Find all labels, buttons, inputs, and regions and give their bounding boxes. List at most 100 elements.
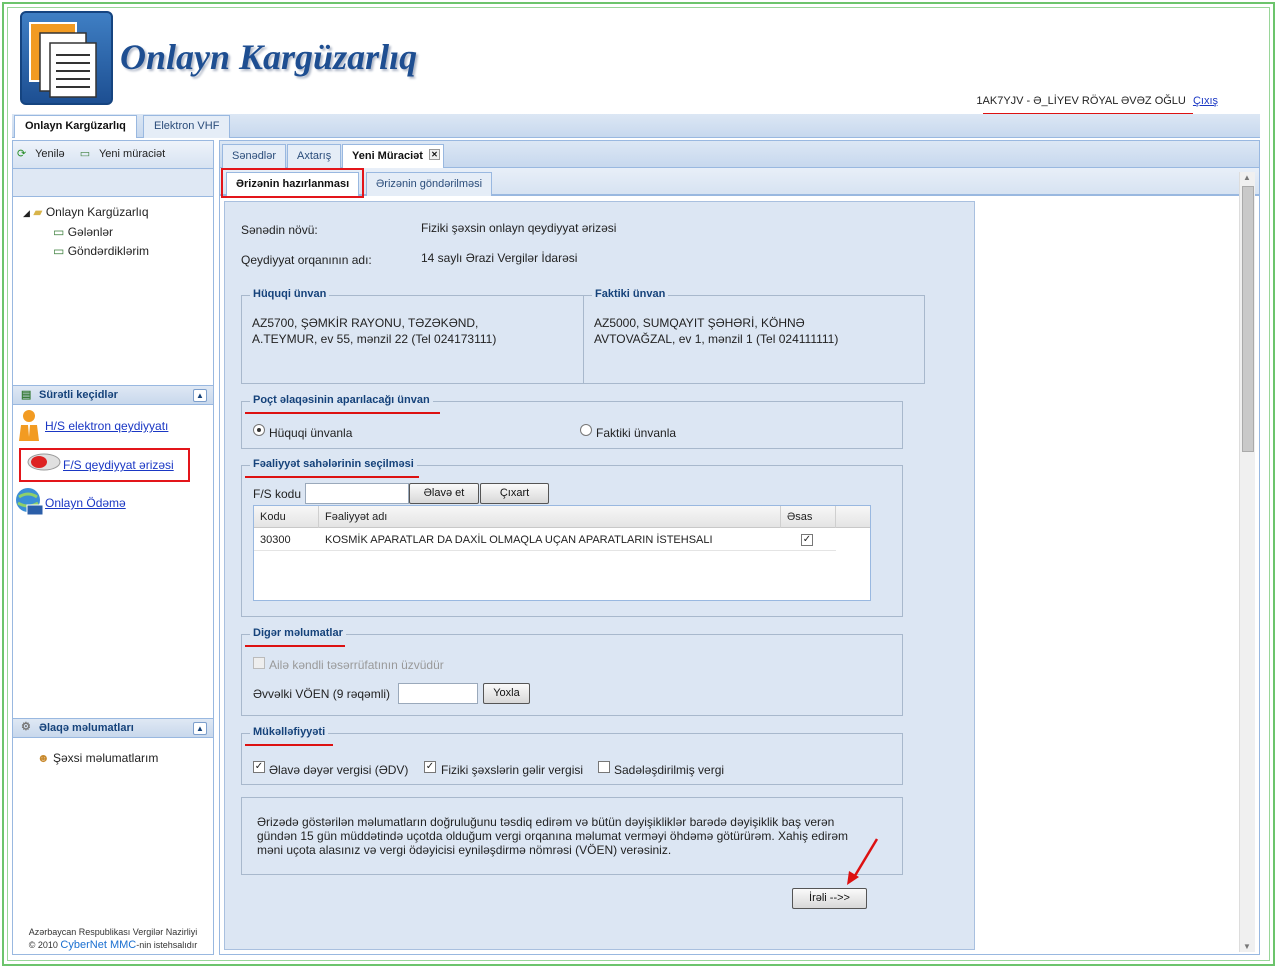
legal-address-group: Hüquqi ünvan AZ5700, ŞƏMKİR RAYONU, TƏZƏ… — [241, 288, 584, 384]
activity-group: Fəaliyyət sahələrinin seçilməsi F/S kodu… — [241, 458, 903, 617]
footer-copyright: © 2010 — [28, 940, 58, 950]
folder-open-icon: ▰ — [33, 205, 43, 219]
radio-legal-label: Hüquqi ünvanla — [269, 426, 353, 440]
tab-onlayn-karguzarliq[interactable]: Onlayn Kargüzarlıq — [14, 115, 137, 138]
remove-activity-button[interactable]: Çıxart — [480, 483, 549, 504]
inbox-icon: ▭ — [53, 225, 65, 239]
footer-ministry: Azərbaycan Respublikası Vergilər Nazirli… — [28, 927, 198, 937]
logout-link[interactable]: Çıxış — [1193, 95, 1218, 107]
annotation-underline — [245, 476, 419, 478]
main-scrollbar[interactable]: ▲ ▼ — [1239, 172, 1255, 952]
column-activity-name[interactable]: Fəaliyyət adı — [319, 506, 781, 528]
tab-search[interactable]: Axtarış — [287, 144, 342, 168]
tab-documents[interactable]: Sənədlər — [222, 144, 287, 168]
activity-title: Fəaliyyət sahələrinin seçilməsi — [250, 458, 417, 470]
next-button[interactable]: İrəli -->> — [792, 888, 867, 909]
prev-voen-input[interactable] — [398, 683, 478, 704]
refresh-label: Yenilə — [35, 148, 65, 160]
actual-address-group: Faktiki ünvan AZ5000, SUMQAYIT ŞƏHƏRİ, K… — [583, 288, 925, 384]
obligations-group: Mükəlləfiyyəti ✓ Əlavə dəyər vergisi (ƏD… — [241, 726, 903, 785]
refresh-button[interactable]: ⟳ Yenilə — [17, 148, 71, 160]
simplified-tax-label: Sadələşdirilmiş vergi — [614, 763, 725, 777]
personal-info-label: Şəxsi məlumatlarım — [52, 751, 159, 765]
income-tax-checkbox[interactable]: ✓ — [424, 761, 436, 773]
doc-type-value: Fiziki şəxsin onlayn qeydiyyat ərizəsi — [421, 221, 617, 235]
expand-arrow-icon: ◢ — [23, 208, 30, 218]
family-farm-checkbox[interactable] — [253, 657, 265, 669]
declaration-line2: gündən 15 gün müddətində uçotda olduğum … — [257, 829, 849, 843]
declaration-line1: Ərizədə göstərilən məlumatların doğruluğ… — [257, 815, 835, 829]
new-request-label: Yeni müraciət — [98, 148, 166, 160]
tree-item-label: Göndərdiklərim — [67, 244, 150, 258]
left-panel: ⟳ Yenilə ▭ Yeni müraciət ◢ ▰ Onlayn Karg… — [12, 140, 214, 955]
app-title: Onlayn Kargüzarlıq — [120, 37, 418, 77]
legal-address-title: Hüquqi ünvan — [250, 288, 330, 300]
income-tax-label: Fiziki şəxslərin gəlir vergisi — [441, 763, 584, 777]
main-activity-checkbox[interactable]: ✓ — [801, 534, 813, 546]
annotation-underline — [245, 412, 440, 414]
collapse-quick-links-button[interactable]: ▲ — [193, 389, 207, 402]
contact-gear-icon: ⚙ — [21, 721, 31, 733]
globe-card-icon — [15, 487, 45, 517]
doc-type-label: Sənədin növü: — [241, 223, 318, 237]
fs-code-input[interactable] — [305, 483, 409, 504]
header: Onlayn Kargüzarlıq 1AK7YJV - Ə_LİYEV RÖY… — [10, 8, 1262, 116]
tax-office-value: 14 saylı Ərazi Vergilər İdarəsi — [421, 251, 578, 265]
contact-header: ⚙ Əlaqə məlumatları ▲ — [13, 718, 213, 738]
link-online-payment[interactable]: Onlayn Ödəmə — [45, 496, 126, 510]
check-voen-button[interactable]: Yoxla — [483, 683, 530, 704]
postal-address-group: Poçt əlaqəsinin aparılacağı ünvan Hüquqi… — [241, 394, 903, 449]
legal-address-line1: AZ5700, ŞƏMKİR RAYONU, TƏZƏKƏND, — [252, 316, 479, 330]
cell-activity-name: KOSMİK APARATLAR DA DAXİL OLMAQLA UÇAN A… — [325, 534, 713, 546]
quick-links-header: ▤ Sürətli keçidlər ▲ — [13, 385, 213, 405]
declaration-line3: məni uçota alasınız və vergi ödəyicisi e… — [257, 843, 672, 857]
prev-voen-label: Əvvəlki VÖEN (9 rəqəmli) — [253, 687, 391, 701]
radio-actual-address[interactable] — [580, 424, 592, 436]
close-tab-icon[interactable]: ✕ — [428, 149, 440, 160]
tree-root[interactable]: ◢ ▰ Onlayn Kargüzarlıq — [23, 203, 203, 223]
simplified-tax-checkbox[interactable] — [598, 761, 610, 773]
cell-code: 30300 — [260, 534, 291, 546]
add-activity-button[interactable]: Əlavə et — [409, 483, 479, 504]
table-header: Kodu Fəaliyyət adı Əsas — [254, 506, 870, 528]
tab-application-sending[interactable]: Ərizənin göndərilməsi — [366, 172, 493, 196]
link-hs-registration[interactable]: H/S elektron qeydiyyatı — [45, 419, 168, 433]
scrollbar-thumb[interactable] — [1242, 186, 1254, 452]
footer-suffix: -nin istehsalıdır — [136, 940, 198, 950]
contact-title: Əlaqə məlumatları — [39, 722, 134, 734]
tree-item-sent[interactable]: ▭ Göndərdiklərim — [23, 242, 203, 261]
actual-address-line1: AZ5000, SUMQAYIT ŞƏHƏRİ, KÖHNƏ — [594, 316, 805, 330]
table-row[interactable]: 30300 KOSMİK APARATLAR DA DAXİL OLMAQLA … — [254, 529, 836, 551]
radio-legal-address[interactable] — [253, 424, 265, 436]
tree-item-label: Gələnlər — [67, 225, 114, 239]
scroll-up-icon[interactable]: ▲ — [1243, 173, 1251, 182]
scroll-down-icon[interactable]: ▼ — [1243, 942, 1251, 951]
new-request-button[interactable]: ▭ Yeni müraciət — [80, 148, 172, 160]
other-info-title: Digər məlumatlar — [250, 627, 346, 639]
highlight-box-fs-link — [19, 448, 190, 482]
radio-actual-label: Faktiki ünvanla — [596, 426, 677, 440]
user-name: 1AK7YJV - Ə_LİYEV RÖYAL ƏVƏZ OĞLU — [976, 95, 1186, 107]
legal-address-line2: A.TEYMUR, ev 55, mənzil 22 (Tel 02417311… — [252, 332, 497, 346]
tab-new-request[interactable]: Yeni Müraciət ✕ — [342, 144, 444, 168]
obligations-title: Mükəlləfiyyəti — [250, 726, 329, 738]
tax-office-label: Qeydiyyat orqanının adı: — [241, 253, 372, 267]
tab-elektron-vhf[interactable]: Elektron VHF — [143, 115, 231, 138]
user-info: 1AK7YJV - Ə_LİYEV RÖYAL ƏVƏZ OĞLU Çıxış — [976, 95, 1218, 107]
vat-label: Əlavə dəyər vergisi (ƏDV) — [269, 763, 409, 777]
column-code[interactable]: Kodu — [254, 506, 319, 528]
red-arrow-icon — [843, 837, 883, 887]
person-icon: ☻ — [37, 751, 50, 765]
declaration-box: Ərizədə göstərilən məlumatların doğruluğ… — [241, 797, 903, 875]
top-tab-bar: Onlayn Kargüzarlıq Elektron VHF — [12, 114, 1260, 138]
left-toolbar: ⟳ Yenilə ▭ Yeni müraciət — [13, 141, 213, 169]
tree-item-incoming[interactable]: ▭ Gələnlər — [23, 223, 203, 242]
tree-root-label: Onlayn Kargüzarlıq — [45, 205, 149, 219]
column-main[interactable]: Əsas — [781, 506, 836, 528]
main-tab-bar: Sənədlər Axtarış Yeni Müraciət ✕ — [220, 141, 1259, 168]
collapse-contact-button[interactable]: ▲ — [193, 722, 207, 735]
vat-checkbox[interactable]: ✓ — [253, 761, 265, 773]
actual-address-line2: AVTOVAĞZAL, ev 1, mənzil 1 (Tel 02411111… — [594, 332, 839, 346]
footer-company: CyberNet MMC — [60, 939, 137, 951]
personal-info-link[interactable]: ☻ Şəxsi məlumatlarım — [37, 751, 158, 765]
